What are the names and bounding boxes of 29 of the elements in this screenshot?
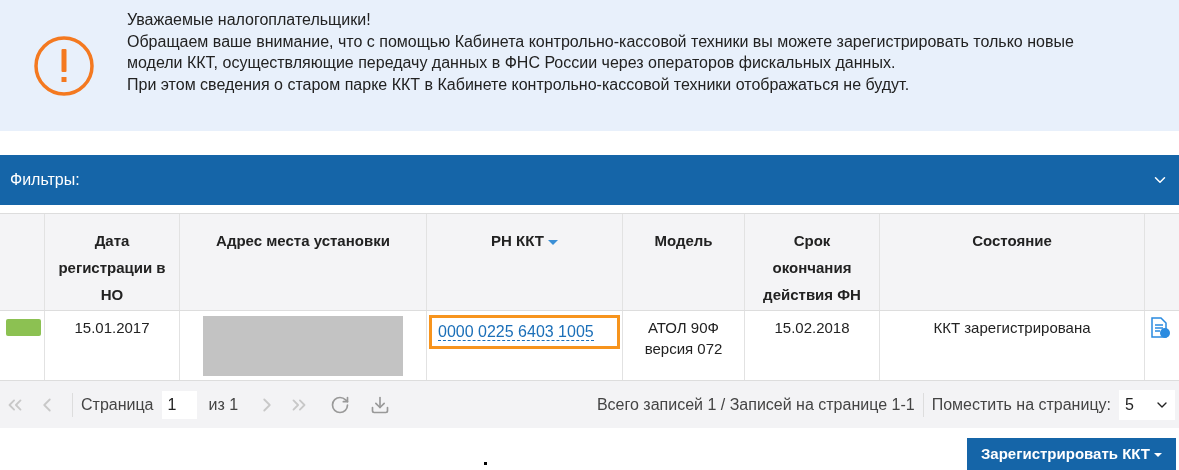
- column-header[interactable]: Модель: [623, 214, 745, 310]
- page-field[interactable]: 1: [161, 390, 197, 419]
- page-count: из 1: [208, 394, 239, 415]
- dot-mark: [483, 462, 487, 465]
- notice-title: Уважаемые налогоплательщики!: [127, 10, 372, 30]
- table-cell: 15.02.2018: [774, 319, 850, 336]
- notice-text: При этом сведения о старом парке ККТ в Кабинете контрольно-кассовой техники отображаться не будут.: [127, 74, 911, 95]
- per-page-label: Поместить на страницу:: [922, 392, 1111, 417]
- warning-icon: [32, 34, 95, 97]
- per-page-select[interactable]: 5: [1119, 389, 1175, 420]
- table-cell: ККТ зарегистрирована: [933, 319, 1091, 336]
- notice-text: Обращаем ваше внимание, что с помощью Кабинета контрольно-кассовой техники вы можете зарегистрировать только новые модели ККТ, осуществляющие передачу данных в ФНС России через операторов фискальных данных.: [127, 31, 1075, 73]
- table-cell: АТОЛ 90Ф версия 072: [644, 319, 723, 357]
- column-header[interactable]: Срок окончания действия ФН: [745, 214, 880, 310]
- records-summary: Всего записей 1 / Записей на странице 1-1: [596, 394, 915, 415]
- caret-icon: [1154, 452, 1162, 457]
- download-icon[interactable]: [370, 394, 391, 415]
- filters-bar[interactable]: Фильтры:: [0, 155, 1179, 205]
- document-info-icon[interactable]: [1149, 317, 1171, 339]
- column-header[interactable]: РН ККТ: [427, 214, 623, 310]
- page-label: Страница: [72, 392, 154, 417]
- column-header[interactable]: Состояние: [880, 214, 1145, 310]
- sort-caret-icon: [547, 239, 558, 245]
- column-header[interactable]: Адрес места установки: [180, 214, 427, 310]
- refresh-icon[interactable]: [330, 394, 351, 415]
- register-button[interactable]: Зарегистрировать ККТ: [966, 438, 1176, 470]
- filters-label: Фильтры:: [10, 170, 80, 190]
- table-cell: 15.01.2017: [74, 319, 150, 336]
- column-header[interactable]: Дата регистрации в НО: [45, 214, 180, 310]
